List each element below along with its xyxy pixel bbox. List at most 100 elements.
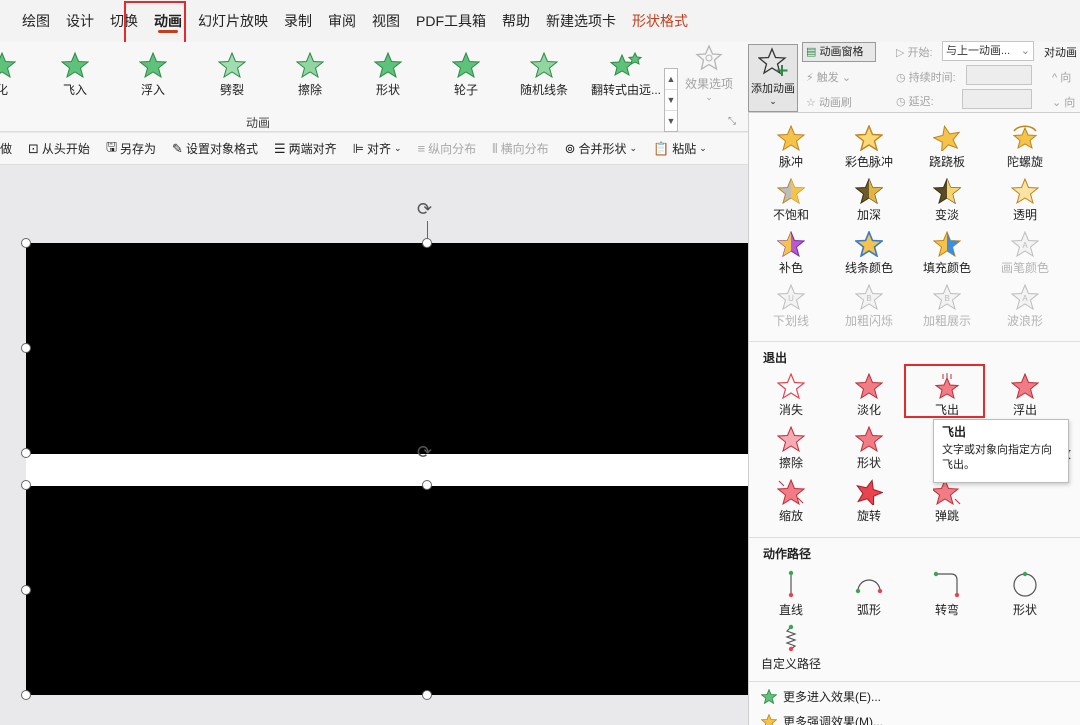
resize-handle[interactable] xyxy=(21,448,31,458)
tab-slideshow[interactable]: 幻灯片放映 xyxy=(190,0,276,42)
duration-input[interactable] xyxy=(966,65,1032,85)
tab-shape-format[interactable]: 形状格式 xyxy=(624,0,696,42)
tab-new-tab[interactable]: 新建选项卡 xyxy=(538,0,624,42)
group-label-animation: 动画 xyxy=(245,116,270,130)
qb-paste[interactable]: 📋 粘贴 ⌄ xyxy=(645,140,715,157)
tab-draw[interactable]: 绘图 xyxy=(14,0,58,42)
gallery-scroll[interactable]: ▲ ▼ ▼ xyxy=(664,68,678,132)
star-purple-icon xyxy=(777,231,805,257)
gallery-item-random-bars[interactable]: 随机线条 xyxy=(512,52,576,98)
gallery-item-wheel[interactable]: 轮子 xyxy=(434,52,498,98)
rotate-handle-icon[interactable]: ⟳ xyxy=(417,199,432,220)
effect-shape-out[interactable]: 形状 xyxy=(829,426,909,471)
effect-wipe-out[interactable]: 擦除 xyxy=(751,426,831,471)
effect-bold-flash[interactable]: B 加粗闪烁 xyxy=(829,284,909,329)
effect-wave[interactable]: A 波浪形 xyxy=(985,284,1065,329)
qb-save-as[interactable]: 🖫 另存为 xyxy=(98,138,164,160)
svg-text:A: A xyxy=(1022,294,1028,303)
effect-lighten[interactable]: 变淡 xyxy=(907,178,987,223)
delay-input[interactable] xyxy=(962,89,1032,109)
gallery-item-fade[interactable]: 化 xyxy=(0,52,34,98)
start-select[interactable]: 与上一动画... ⌄ xyxy=(942,41,1034,61)
resize-handle[interactable] xyxy=(21,343,31,353)
more-emphasis-effects-link[interactable]: 更多强调效果(M)... xyxy=(761,713,883,725)
path-custom[interactable]: 自定义路径 xyxy=(751,623,831,672)
qb-merge-shapes[interactable]: ⊚ 合并形状 ⌄ xyxy=(557,140,645,157)
resize-handle[interactable] xyxy=(422,480,432,490)
tab-design[interactable]: 设计 xyxy=(58,0,102,42)
path-turns[interactable]: 转弯 xyxy=(907,569,987,618)
qb-distribute-horizontal[interactable]: ⫴ 横向分布 xyxy=(484,140,556,157)
resize-handle[interactable] xyxy=(21,585,31,595)
tab-animations[interactable]: 动画 xyxy=(146,0,190,42)
path-lines[interactable]: 直线 xyxy=(751,569,831,618)
effect-bounce-out[interactable]: 弹跳 xyxy=(907,479,987,524)
path-shapes[interactable]: 形状 xyxy=(985,569,1065,618)
gallery-item-split[interactable]: 劈裂 xyxy=(200,52,264,98)
gallery-scroll-up-icon[interactable]: ▲ xyxy=(665,69,677,90)
gallery-item-float-in[interactable]: 浮入 xyxy=(121,52,185,98)
effect-color-pulse[interactable]: 彩色脉冲 xyxy=(829,125,909,170)
effect-teeter[interactable]: 跷跷板 xyxy=(907,125,987,170)
effect-fill-color[interactable]: 填充颜色 xyxy=(907,231,987,276)
gallery-item-wipe[interactable]: 擦除 xyxy=(278,52,342,98)
resize-handle[interactable] xyxy=(21,690,31,700)
tab-transitions[interactable]: 切换 xyxy=(102,0,146,42)
effect-line-color[interactable]: 线条颜色 xyxy=(829,231,909,276)
effect-float-out[interactable]: 浮出 xyxy=(985,373,1065,418)
white-bar-selected[interactable] xyxy=(26,454,748,486)
gallery-item-shape[interactable]: 形状 xyxy=(356,52,420,98)
add-animation-button[interactable]: 添加动画 ⌄ xyxy=(748,44,798,112)
move-later-button[interactable]: ⌄ 向 xyxy=(1052,94,1075,110)
effect-brush-color[interactable]: A 画笔颜色 xyxy=(985,231,1065,276)
dialog-launcher-icon[interactable]: ⤡ xyxy=(728,116,736,127)
qb-distribute-vertical[interactable]: ≡ 纵向分布 xyxy=(410,140,485,157)
effect-spin[interactable]: 陀螺旋 xyxy=(985,125,1065,170)
rotate-handle-icon[interactable]: ⟳ xyxy=(417,442,432,463)
qb-align[interactable]: ⊫ 对齐 ⌄ xyxy=(345,140,410,157)
qb-undo[interactable]: 做 xyxy=(0,140,20,157)
move-earlier-button[interactable]: ^ 向 xyxy=(1052,69,1071,85)
qb-justify[interactable]: ☰ 两端对齐 xyxy=(266,140,345,157)
gallery-scroll-down-icon[interactable]: ▼ xyxy=(665,90,677,111)
svg-text:B: B xyxy=(866,294,871,303)
black-rectangle-top[interactable] xyxy=(26,243,748,454)
animation-painter-button[interactable]: ☆ 动画刷 xyxy=(806,94,852,110)
gallery-item-grow-turn[interactable]: 翻转式由远... xyxy=(588,52,664,98)
gallery-expand-icon[interactable]: ▼ xyxy=(665,111,677,132)
path-circle-icon xyxy=(1013,571,1037,597)
effect-spin-out[interactable]: 旋转 xyxy=(829,479,909,524)
path-arcs[interactable]: 弧形 xyxy=(829,569,909,618)
effect-fade-out[interactable]: 淡化 xyxy=(829,373,909,418)
gallery-item-fly-in[interactable]: 飞入 xyxy=(43,52,107,98)
tab-view[interactable]: 视图 xyxy=(364,0,408,42)
qb-from-beginning[interactable]: ⊡ 从头开始 xyxy=(20,140,98,157)
effect-options-button[interactable]: 效果选项 ⌄ xyxy=(680,44,738,103)
tab-review[interactable]: 审阅 xyxy=(320,0,364,42)
resize-handle[interactable] xyxy=(21,238,31,248)
animation-pane-button[interactable]: ▤ 动画窗格 xyxy=(802,42,876,62)
trigger-button[interactable]: ⚡ 触发 ⌄ xyxy=(806,69,851,85)
effect-fly-out[interactable]: 飞出 xyxy=(907,373,987,418)
effect-transparency[interactable]: 透明 xyxy=(985,178,1065,223)
effect-pulse[interactable]: 脉冲 xyxy=(751,125,831,170)
resize-handle[interactable] xyxy=(422,238,432,248)
black-rectangle-bottom[interactable] xyxy=(26,486,748,695)
qb-format-object[interactable]: ✎ 设置对象格式 xyxy=(164,140,266,157)
tab-help[interactable]: 帮助 xyxy=(494,0,538,42)
chevron-down-icon: ⌄ xyxy=(629,143,638,153)
resize-handle[interactable] xyxy=(422,690,432,700)
slide-canvas[interactable]: ⟳ ⟳ xyxy=(0,165,748,725)
effect-underline[interactable]: U 下划线 xyxy=(751,284,831,329)
more-entrance-effects-link[interactable]: 更多进入效果(E)... xyxy=(761,688,881,705)
resize-handle[interactable] xyxy=(21,480,31,490)
effect-bold-reveal[interactable]: B 加粗展示 xyxy=(907,284,987,329)
star-gold-icon xyxy=(761,714,777,725)
effect-darken[interactable]: 加深 xyxy=(829,178,909,223)
effect-zoom-out[interactable]: 缩放 xyxy=(751,479,831,524)
effect-desaturate[interactable]: 不饱和 xyxy=(751,178,831,223)
effect-disappear[interactable]: 消失 xyxy=(751,373,831,418)
effect-complementary-color[interactable]: 补色 xyxy=(751,231,831,276)
tab-record[interactable]: 录制 xyxy=(276,0,320,42)
tab-pdf-tools[interactable]: PDF工具箱 xyxy=(408,0,494,42)
